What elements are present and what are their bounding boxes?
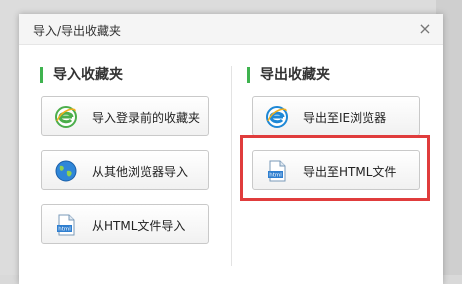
close-button[interactable]: × [415, 19, 435, 39]
ie-logo-icon [266, 106, 288, 128]
pointer-swoosh-icon [398, 205, 428, 215]
import-other-browser-label: 从其他浏览器导入 [92, 165, 189, 179]
dialog-title: 导入/导出收藏夹 [33, 24, 122, 38]
highlight-box [240, 135, 430, 201]
import-html-button[interactable]: html 从HTML文件导入 [41, 204, 209, 244]
import-other-browser-button[interactable]: 从其他浏览器导入 [41, 150, 209, 190]
import-section-heading: 导入收藏夹 [40, 67, 123, 83]
dialog-titlebar: 导入/导出收藏夹 × [19, 14, 443, 45]
favorites-dialog: 导入/导出收藏夹 × 导入收藏夹 导入登录前的收藏夹 从其他浏览器导入 html… [19, 14, 443, 284]
export-ie-label: 导出至IE浏览器 [303, 111, 387, 125]
import-before-login-label: 导入登录前的收藏夹 [92, 111, 201, 125]
import-before-login-button[interactable]: 导入登录前的收藏夹 [41, 96, 209, 136]
ie-logo-icon [55, 106, 77, 128]
import-html-label: 从HTML文件导入 [92, 219, 186, 233]
html-file-icon: html [57, 214, 75, 236]
export-section-heading: 导出收藏夹 [247, 67, 330, 83]
globe-icon [55, 160, 77, 182]
export-ie-button[interactable]: 导出至IE浏览器 [252, 96, 420, 136]
html-badge-text: html [58, 227, 71, 233]
section-divider [231, 66, 232, 266]
